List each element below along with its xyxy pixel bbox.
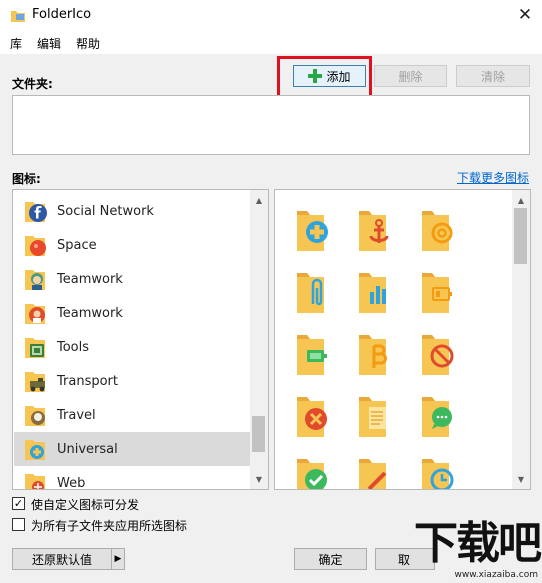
list-item[interactable]: Space	[14, 228, 250, 262]
icon-grid[interactable]: ▲ ▼	[274, 189, 531, 490]
tools-folder-icon	[25, 338, 45, 358]
list-item-label: Teamwork	[57, 305, 123, 321]
scroll-up-arrow-icon[interactable]: ▲	[512, 192, 530, 208]
anchor-folder-icon[interactable]	[357, 208, 397, 252]
watermark-url: www.xiazaiba.com	[454, 570, 538, 580]
travel-folder-icon	[25, 406, 45, 426]
universal-folder-icon	[25, 440, 45, 460]
teamwork-folder-icon	[25, 270, 45, 290]
close-button[interactable]: ✕	[512, 3, 538, 27]
scroll-up-arrow-icon[interactable]: ▲	[250, 192, 268, 208]
facebook-folder-icon	[25, 202, 47, 222]
scroll-down-arrow-icon[interactable]: ▼	[250, 471, 268, 487]
transport-folder-icon	[25, 372, 45, 392]
menu-edit[interactable]: 编辑	[37, 35, 61, 52]
watermark: 下载吧 www.xiazaiba.com	[410, 520, 542, 583]
close-icon: ✕	[517, 5, 533, 25]
forbidden-folder-icon[interactable]	[420, 332, 460, 376]
scrollbar-thumb[interactable]	[514, 208, 527, 264]
battery-low-folder-icon[interactable]	[420, 270, 460, 314]
plus-folder-icon[interactable]	[295, 208, 335, 252]
download-more-icons-link[interactable]: 下载更多图标	[457, 169, 529, 186]
at-sign-folder-icon[interactable]	[420, 208, 460, 252]
checkmark-icon: ✓	[13, 497, 24, 510]
list-item-label: Web	[57, 475, 86, 490]
paperclip-folder-icon[interactable]	[295, 270, 335, 314]
restore-default-button[interactable]: 还原默认值	[12, 548, 112, 570]
apply-subfolders-label: 为所有子文件夹应用所选图标	[31, 519, 188, 533]
list-item-label: Social Network	[57, 203, 154, 219]
icons-label: 图标:	[12, 172, 41, 186]
list-item[interactable]: Travel	[14, 398, 250, 432]
window-title: FolderIco	[32, 7, 92, 22]
list-item-label: Tools	[57, 339, 90, 355]
folder-label: 文件夹:	[12, 77, 53, 91]
clear-button[interactable]: 清除	[456, 65, 530, 87]
scroll-down-arrow-icon[interactable]: ▼	[512, 471, 530, 487]
clock-folder-icon[interactable]	[420, 456, 460, 490]
dropdown-arrow-icon: ▶	[114, 554, 122, 564]
list-item-label: Teamwork	[57, 271, 123, 287]
apply-subfolders-checkbox[interactable]	[12, 518, 25, 531]
bar-chart-folder-icon[interactable]	[357, 270, 397, 314]
teamwork-red-folder-icon	[25, 304, 45, 324]
folder-list-box[interactable]	[12, 95, 530, 155]
custom-distributable-checkbox[interactable]: ✓	[12, 497, 25, 510]
app-folder-icon	[11, 11, 25, 22]
list-item-selected[interactable]: Universal	[14, 432, 250, 466]
list-item[interactable]: Web	[14, 466, 250, 489]
list-item[interactable]: Social Network	[14, 194, 250, 228]
restore-default-dropdown[interactable]: ▶	[111, 548, 125, 570]
menu-library[interactable]: 库	[10, 35, 22, 52]
ok-button[interactable]: 确定	[294, 548, 367, 570]
list-scrollbar[interactable]: ▲ ▼	[250, 190, 268, 489]
list-item[interactable]: Tools	[14, 330, 250, 364]
chat-folder-icon[interactable]	[420, 394, 460, 438]
web-folder-icon	[25, 474, 45, 489]
list-item[interactable]: Teamwork	[14, 262, 250, 296]
watermark-text: 下载吧	[414, 518, 542, 569]
grid-scrollbar[interactable]: ▲ ▼	[512, 190, 530, 489]
list-item-label: Universal	[57, 441, 118, 457]
bitcoin-folder-icon[interactable]	[357, 332, 397, 376]
list-item-label: Space	[57, 237, 97, 253]
pencil-folder-icon[interactable]	[357, 456, 397, 490]
highlight-box	[277, 56, 372, 98]
delete-folder-icon[interactable]	[295, 394, 335, 438]
check-folder-icon[interactable]	[295, 456, 335, 490]
icon-category-list[interactable]: Social Network Space Teamwork Teamwork T…	[12, 189, 269, 490]
list-item-label: Transport	[57, 373, 119, 389]
list-item[interactable]: Teamwork	[14, 296, 250, 330]
delete-button[interactable]: 删除	[374, 65, 447, 87]
list-item[interactable]: Transport	[14, 364, 250, 398]
document-folder-icon[interactable]	[357, 394, 397, 438]
custom-distributable-label: 使自定义图标可分发	[31, 498, 140, 512]
menu-help[interactable]: 帮助	[76, 35, 100, 52]
space-folder-icon	[25, 236, 46, 256]
battery-full-folder-icon[interactable]	[295, 332, 335, 376]
scrollbar-thumb[interactable]	[252, 416, 265, 452]
list-item-label: Travel	[57, 407, 96, 423]
